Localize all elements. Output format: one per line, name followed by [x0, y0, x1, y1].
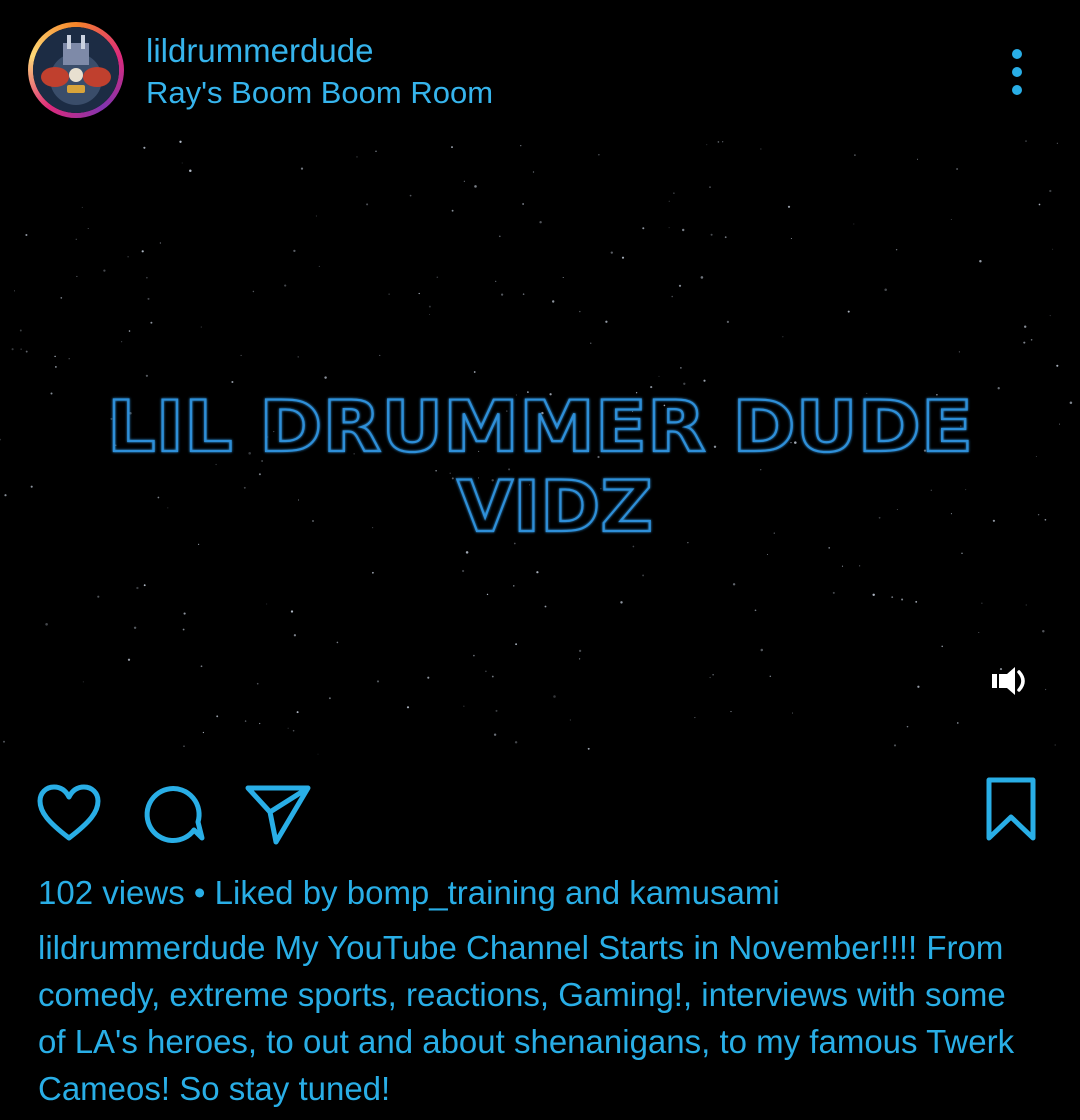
stats-separator: • — [184, 874, 215, 911]
heart-icon[interactable] — [36, 784, 102, 842]
post-header: lildrummerdude Ray's Boom Boom Room — [0, 0, 1080, 140]
bookmark-icon[interactable] — [984, 776, 1038, 844]
liked-by-user-1[interactable]: bomp_training — [347, 874, 556, 911]
video-title-line-2: VIDZ — [457, 466, 653, 548]
video-title-line-1: LIL DRUMMER DUDE — [107, 386, 973, 468]
post-location[interactable]: Ray's Boom Boom Room — [146, 75, 493, 111]
view-count[interactable]: 102 views — [38, 874, 185, 911]
volume-icon — [992, 667, 1025, 695]
liked-by-label: Liked by — [214, 874, 347, 911]
post-video[interactable]: LIL DRUMMER DUDE VIDZ — [0, 140, 1080, 755]
post-action-bar — [0, 770, 1080, 850]
caption-author[interactable]: lildrummerdude — [38, 929, 265, 966]
avatar[interactable] — [28, 22, 124, 118]
volume-button[interactable] — [990, 664, 1030, 698]
avatar-image — [33, 27, 119, 113]
comment-icon[interactable] — [142, 784, 208, 844]
post-caption: lildrummerdude My YouTube Channel Starts… — [38, 924, 1038, 1112]
liked-by-user-2[interactable]: kamusami — [629, 874, 779, 911]
liked-by-and: and — [555, 874, 630, 911]
more-vertical-icon — [1012, 49, 1022, 95]
post-username[interactable]: lildrummerdude — [146, 32, 373, 70]
paper-plane-icon[interactable] — [244, 782, 312, 846]
post-stats: 102 views • Liked by bomp_training and k… — [38, 872, 1048, 914]
more-options-button[interactable] — [1000, 46, 1034, 102]
video-title-art: LIL DRUMMER DUDE VIDZ — [106, 385, 974, 549]
